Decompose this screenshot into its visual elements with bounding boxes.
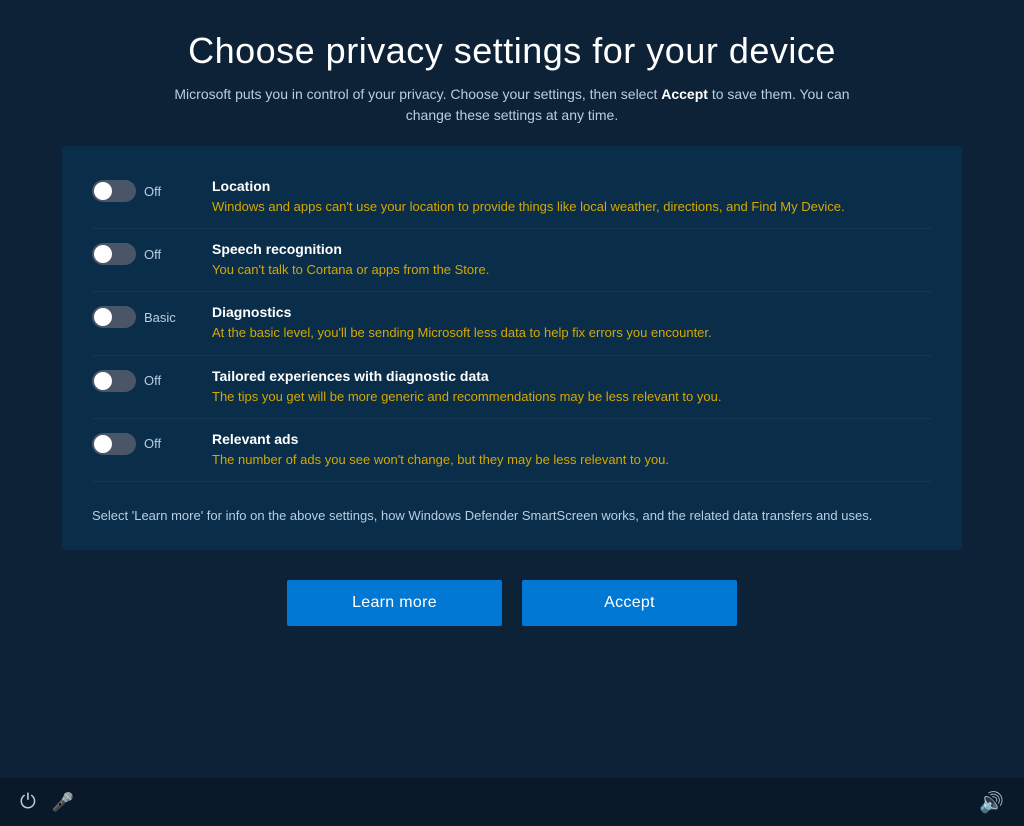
setting-title-ads: Relevant ads	[212, 431, 932, 447]
toggle-label-tailored: Off	[144, 373, 161, 388]
volume-icon[interactable]: 🔊	[979, 792, 1004, 814]
setting-title-location: Location	[212, 178, 932, 194]
toggle-diagnostics[interactable]	[92, 306, 136, 328]
setting-desc-tailored: The tips you get will be more generic an…	[212, 388, 932, 406]
toggle-area-ads: Off	[92, 431, 192, 455]
toggle-label-speech: Off	[144, 247, 161, 262]
toggle-ads[interactable]	[92, 433, 136, 455]
toggle-label-diagnostics: Basic	[144, 310, 176, 325]
setting-title-diagnostics: Diagnostics	[212, 304, 932, 320]
taskbar: ⏻ 🎤 🔊	[0, 778, 1024, 826]
subtitle-bold: Accept	[661, 86, 708, 102]
setting-desc-location: Windows and apps can't use your location…	[212, 198, 932, 216]
accept-button[interactable]: Accept	[522, 580, 737, 626]
toggle-area-speech: Off	[92, 241, 192, 265]
toggle-label-location: Off	[144, 184, 161, 199]
taskbar-right: 🔊	[979, 790, 1004, 815]
settings-panel: Off Location Windows and apps can't use …	[62, 146, 962, 550]
setting-desc-ads: The number of ads you see won't change, …	[212, 451, 932, 469]
learn-more-button[interactable]: Learn more	[287, 580, 502, 626]
buttons-row: Learn more Accept	[62, 580, 962, 626]
page-subtitle: Microsoft puts you in control of your pr…	[162, 84, 862, 126]
toggle-speech[interactable]	[92, 243, 136, 265]
subtitle-text-1: Microsoft puts you in control of your pr…	[174, 86, 661, 102]
toggle-area-tailored: Off	[92, 368, 192, 392]
setting-desc-diagnostics: At the basic level, you'll be sending Mi…	[212, 324, 932, 342]
setting-row-tailored: Off Tailored experiences with diagnostic…	[92, 356, 932, 419]
power-icon[interactable]: ⏻	[20, 791, 36, 814]
toggle-tailored[interactable]	[92, 370, 136, 392]
main-container: Choose privacy settings for your device …	[0, 0, 1024, 826]
toggle-label-ads: Off	[144, 436, 161, 451]
setting-title-speech: Speech recognition	[212, 241, 932, 257]
setting-row-speech: Off Speech recognition You can't talk to…	[92, 229, 932, 292]
setting-content-ads: Relevant ads The number of ads you see w…	[212, 431, 932, 469]
setting-row-diagnostics: Basic Diagnostics At the basic level, yo…	[92, 292, 932, 355]
setting-content-speech: Speech recognition You can't talk to Cor…	[212, 241, 932, 279]
setting-row-location: Off Location Windows and apps can't use …	[92, 166, 932, 229]
setting-desc-speech: You can't talk to Cortana or apps from t…	[212, 261, 932, 279]
setting-content-tailored: Tailored experiences with diagnostic dat…	[212, 368, 932, 406]
microphone-icon[interactable]: 🎤	[52, 792, 74, 813]
toggle-location[interactable]	[92, 180, 136, 202]
setting-row-ads: Off Relevant ads The number of ads you s…	[92, 419, 932, 482]
info-text: Select 'Learn more' for info on the abov…	[92, 496, 932, 526]
taskbar-left: ⏻ 🎤	[20, 791, 74, 814]
toggle-area-diagnostics: Basic	[92, 304, 192, 328]
setting-content-diagnostics: Diagnostics At the basic level, you'll b…	[212, 304, 932, 342]
setting-title-tailored: Tailored experiences with diagnostic dat…	[212, 368, 932, 384]
setting-content-location: Location Windows and apps can't use your…	[212, 178, 932, 216]
toggle-area-location: Off	[92, 178, 192, 202]
page-title: Choose privacy settings for your device	[188, 30, 836, 72]
